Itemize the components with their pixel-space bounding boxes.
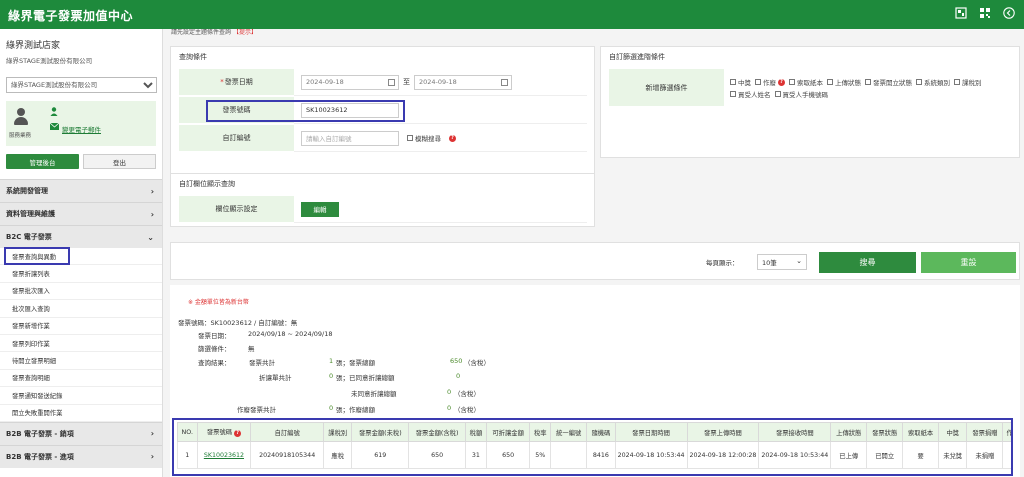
edit-columns-button[interactable]: 編輯 xyxy=(301,201,339,217)
sidebar-item-pending[interactable]: 待開立發票明細 xyxy=(0,352,162,370)
chevron-down-icon: ⌄ xyxy=(147,232,154,242)
manage-button[interactable]: 管理後台 xyxy=(6,154,79,169)
menu-b2b-out[interactable]: B2B 電子發票 - 銷項 › xyxy=(0,421,162,445)
menu-b2c[interactable]: B2C 電子發票 ⌄ xyxy=(0,225,162,248)
logout-icon[interactable] xyxy=(1002,6,1016,20)
date-separator: 至 xyxy=(403,78,410,86)
filter-buyer-name-checkbox[interactable]: 買受人姓名 xyxy=(730,89,771,99)
mail-icon xyxy=(49,122,60,133)
filter-upload-checkbox[interactable]: 上傳狀態 xyxy=(827,77,861,87)
sidebar-item-allowance-list[interactable]: 發票折讓列表 xyxy=(0,265,162,283)
help-icon[interactable]: ? xyxy=(778,78,785,86)
main-content: 請先設定主題條件查詢 【提示】 查詢條件 * 發票日期 2024-09-18 至 … xyxy=(163,29,1024,477)
sidebar-item-invoice-print[interactable]: 發票列印作業 xyxy=(0,334,162,353)
store-name: 綠界測試店家 xyxy=(6,41,61,51)
result-filter-label: 篩選條件： xyxy=(198,345,231,353)
result-date-value: 2024/09/18 ~ 2024/09/18 xyxy=(248,330,333,338)
custom-number-input[interactable]: 請輸入自訂編號 xyxy=(301,130,399,146)
action-bar: 每頁顯示： 10筆 ⌄ 搜尋 重設 xyxy=(170,242,1020,280)
calendar-icon xyxy=(501,78,508,86)
menu-b2b-in[interactable]: B2B 電子發票 - 進項 › xyxy=(0,444,162,468)
sidebar-item-detail[interactable]: 發票查詢明細 xyxy=(0,369,162,388)
columns-label: 欄位顯示設定 xyxy=(179,196,294,223)
result-filter-value: 無 xyxy=(248,345,255,353)
menu-system-dev[interactable]: 系統開發管理 › xyxy=(0,179,162,202)
chevron-right-icon: › xyxy=(150,429,154,439)
query-panel: 查詢條件 * 發票日期 2024-09-18 至 2024-09-18 發票號碼 … xyxy=(170,46,595,190)
logout-button[interactable]: 登出 xyxy=(83,154,156,169)
top-bar: 綠界電子發票加值中心 xyxy=(0,0,1024,29)
company-select[interactable]: 綠界STAGE測試股份有限公司 xyxy=(6,77,157,93)
reset-button[interactable]: 重設 xyxy=(921,252,1016,273)
export-icon[interactable] xyxy=(954,6,968,20)
chevron-down-icon: ⌄ xyxy=(796,257,802,265)
filter-paper-checkbox[interactable]: 索取紙本 xyxy=(789,77,823,87)
sidebar-item-batch-query[interactable]: 批次匯入查詢 xyxy=(0,300,162,318)
help-icon[interactable]: ? xyxy=(449,134,456,142)
sidebar-item-notify-log[interactable]: 發票通知發送紀錄 xyxy=(0,387,162,405)
filter-buyer-phone-checkbox[interactable]: 買受人手機號碼 xyxy=(774,89,828,99)
highlight-box xyxy=(172,418,1013,476)
columns-title: 自訂欄位顯示查詢 xyxy=(179,180,235,188)
filter-void-checkbox[interactable]: 作廢? xyxy=(755,77,785,87)
app-title: 綠界電子發票加值中心 xyxy=(8,9,134,23)
date-to-input[interactable]: 2024-09-18 xyxy=(414,74,512,90)
sidebar-item-batch-import[interactable]: 發票批次匯入 xyxy=(0,282,162,301)
sidebar-item-invoice-add[interactable]: 發票新增作業 xyxy=(0,317,162,335)
filter-tax-checkbox[interactable]: 課稅別 xyxy=(954,77,982,87)
user-box: 服務業務 變更電子郵件 xyxy=(6,101,156,146)
per-page-label: 每頁顯示： xyxy=(706,259,739,267)
date-label: 發票日期 xyxy=(224,78,253,86)
person-icon xyxy=(50,107,58,118)
result-line1: 發票號碼：SK10023612 / 自訂編號：無 xyxy=(178,319,298,327)
chevron-right-icon: › xyxy=(150,209,154,219)
result-label: 查詢結果： xyxy=(198,359,231,367)
sidebar: 綠界測試店家 綠界STAGE測試股份有限公司 綠界STAGE測試股份有限公司 服… xyxy=(0,29,163,477)
menu-data-manage[interactable]: 資料管理與維護 › xyxy=(0,202,162,225)
currency-notice: ※ 金額單位皆為新台幣 xyxy=(188,299,249,306)
result-date-label: 發票日期： xyxy=(198,332,231,340)
panel-title: 查詢條件 xyxy=(179,53,207,61)
filter-label: 新增篩選條件 xyxy=(609,69,724,107)
highlight-box xyxy=(206,100,405,122)
calendar-icon xyxy=(388,78,395,86)
filter-panel: 自訂篩選進階條件 新增篩選條件 中獎 作廢? 索取紙本 上傳狀態 發票開立狀態 … xyxy=(600,46,1020,158)
sidebar-item-reissue[interactable]: 開立失敗重開作業 xyxy=(0,404,162,422)
fuzzy-search-checkbox[interactable]: 模糊搜尋 xyxy=(407,133,441,143)
filter-issue-status-checkbox[interactable]: 發票開立狀態 xyxy=(865,77,912,87)
results-panel: ※ 金額單位皆為新台幣 發票號碼：SK10023612 / 自訂編號：無 發票日… xyxy=(170,285,1020,477)
filter-system-checkbox[interactable]: 系統類別 xyxy=(916,77,950,87)
chevron-right-icon: › xyxy=(150,452,154,462)
chevron-right-icon: › xyxy=(150,186,154,196)
per-page-select[interactable]: 10筆 ⌄ xyxy=(757,254,807,270)
columns-panel: 自訂欄位顯示查詢 欄位顯示設定 編輯 xyxy=(170,173,595,227)
company-name: 綠界STAGE測試股份有限公司 xyxy=(6,57,93,65)
filter-title: 自訂篩選進階條件 xyxy=(609,53,665,61)
change-email-link[interactable]: 變更電子郵件 xyxy=(62,124,101,134)
breadcrumb: 請先設定主題條件查詢 【提示】 xyxy=(171,29,257,36)
date-from-input[interactable]: 2024-09-18 xyxy=(301,74,399,90)
filter-win-checkbox[interactable]: 中獎 xyxy=(730,77,751,87)
qrcode-icon[interactable] xyxy=(978,6,992,20)
custom-number-label: 自訂編號 xyxy=(179,125,294,152)
highlight-box xyxy=(4,247,70,265)
avatar-icon xyxy=(12,108,30,126)
search-button[interactable]: 搜尋 xyxy=(819,252,916,273)
user-role: 服務業務 xyxy=(9,133,32,139)
